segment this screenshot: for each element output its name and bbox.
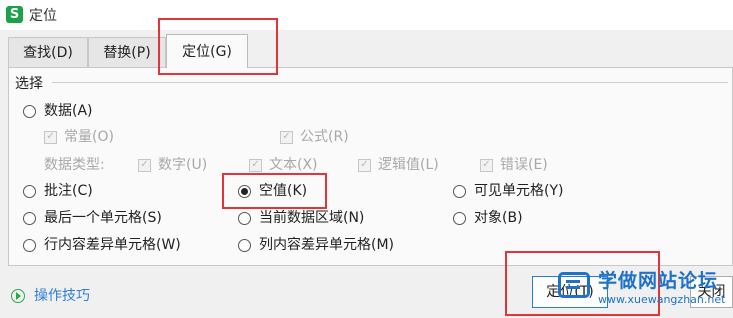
tab-find[interactable]: 查找(D) [8,37,88,67]
radio-circle-icon [23,211,36,225]
radio-blanks[interactable]: 空值(K) [238,181,307,201]
radio-visible-cells-label: 可见单元格(Y) [474,183,564,199]
checkbox-number[interactable]: ✓ 数字(U) [138,155,207,175]
monitor-logo-icon [558,272,590,298]
radio-circle-icon [238,211,251,225]
watermark-url: www.xuewangzhan.net [598,293,726,306]
checkbox-number-label: 数字(U) [158,157,208,173]
radio-comments-label: 批注(C) [44,183,93,199]
data-type-label: 数据类型: [44,157,105,173]
checkbox-formula[interactable]: ✓ 公式(R) [280,127,349,147]
radio-last-cell-label: 最后一个单元格(S) [44,210,162,226]
radio-current-region[interactable]: 当前数据区域(N) [238,208,364,228]
checkbox-error-label: 错误(E) [500,157,548,173]
radio-row-differences[interactable]: 行内容差异单元格(W) [23,235,181,255]
radio-circle-icon [453,211,466,225]
radio-last-cell[interactable]: 最后一个单元格(S) [23,208,162,228]
radio-selected-icon [238,184,251,198]
check-icon: ✓ [44,130,57,144]
checkbox-error[interactable]: ✓ 错误(E) [480,155,548,175]
checkbox-text-label: 文本(X) [269,157,318,173]
radio-objects[interactable]: 对象(B) [453,208,523,228]
check-icon: ✓ [358,158,371,172]
radio-current-region-label: 当前数据区域(N) [259,210,365,226]
title-bar: S 定位 [0,0,733,30]
radio-column-differences-label: 列内容差异单元格(M) [259,237,395,253]
radio-circle-icon [23,184,36,198]
radio-circle-icon [23,238,36,252]
radio-objects-label: 对象(B) [474,210,523,226]
checkbox-logical-label: 逻辑值(L) [378,157,439,173]
radio-circle-icon [453,184,466,198]
tips-link-label: 操作技巧 [34,288,90,304]
play-circle-icon [11,289,25,303]
radio-blanks-label: 空值(K) [259,183,308,199]
radio-row-differences-label: 行内容差异单元格(W) [44,237,181,253]
check-icon: ✓ [480,158,493,172]
watermark: 学做网站论坛 www.xuewangzhan.net [558,266,733,314]
wps-app-icon: S [6,6,23,23]
radio-visible-cells[interactable]: 可见单元格(Y) [453,181,563,201]
check-icon: ✓ [280,130,293,144]
tips-link[interactable]: 操作技巧 [11,286,90,306]
radio-circle-icon [238,238,251,252]
radio-data[interactable]: 数据(A) [23,101,93,121]
tab-goto[interactable]: 定位(G) [166,34,248,68]
tab-replace[interactable]: 替换(P) [88,37,166,67]
checkbox-formula-label: 公式(R) [300,129,349,145]
radio-data-label: 数据(A) [44,103,93,119]
checkbox-logical[interactable]: ✓ 逻辑值(L) [358,155,439,175]
radio-circle-icon [23,104,36,118]
window-title: 定位 [29,8,57,24]
section-select-label: 选择 [15,76,43,92]
checkbox-constant-label: 常量(O) [64,129,114,145]
section-divider [52,82,728,83]
checkbox-text[interactable]: ✓ 文本(X) [249,155,318,175]
radio-column-differences[interactable]: 列内容差异单元格(M) [238,235,394,255]
checkbox-constant[interactable]: ✓ 常量(O) [44,127,114,147]
check-icon: ✓ [249,158,262,172]
watermark-title: 学做网站论坛 [598,270,719,292]
radio-comments[interactable]: 批注(C) [23,181,93,201]
check-icon: ✓ [138,158,151,172]
